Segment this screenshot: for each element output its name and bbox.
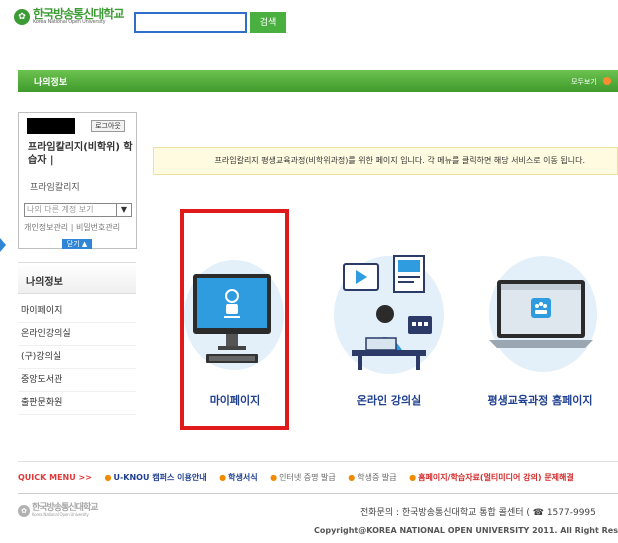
sidebar-item-publishing[interactable]: 출판문화원 (18, 392, 136, 415)
footer-logo-english: Korea National Open University (32, 512, 89, 517)
bullet-icon: ● (409, 473, 417, 482)
user-program-label: 프라임칼리지(비학위) 학습자 | (28, 142, 133, 166)
quick-menu: QUICK MENU >> ● U-KNOU 캠퍼스 이용안내 ● 학생서식 ● 인터… (18, 472, 618, 483)
view-all-dot-icon[interactable] (603, 77, 611, 85)
footer-emblem-icon: ✿ (18, 504, 30, 517)
bullet-icon: ● (104, 473, 112, 482)
view-all-link[interactable]: 모두보기 (571, 77, 597, 87)
footer-divider (18, 493, 618, 494)
university-logo[interactable]: ✿ 한국방송통신대학교 Korea National Open Universi… (14, 8, 124, 25)
bullet-icon: ● (219, 473, 227, 482)
quick-menu-divider (18, 461, 618, 462)
lifelong-education-card[interactable] (481, 250, 599, 380)
quick-item-campus-guide: U-KNOU 캠퍼스 이용안내 (113, 473, 207, 482)
search-input[interactable] (134, 12, 247, 33)
online-classroom-card[interactable] (330, 250, 448, 380)
logo-english-text: Korea National Open University (33, 19, 106, 25)
sidebar-item-mypage[interactable]: 마이페이지 (18, 300, 136, 323)
redacted-username (27, 118, 75, 134)
lifelong-education-label[interactable]: 평생교육과정 홈페이지 (474, 392, 606, 408)
close-button[interactable]: 닫기 ▲ (62, 239, 92, 249)
bullet-icon: ● (348, 473, 356, 482)
page-title: 나의정보 (34, 78, 68, 88)
quick-item-student-forms: 학생서식 (228, 473, 258, 482)
expand-arrow-icon[interactable] (0, 238, 6, 252)
laptop-icon (489, 280, 593, 348)
quick-menu-item[interactable]: ● 학생증 발급 (348, 473, 396, 482)
account-select[interactable]: 나의 다른 계정 보기 ▼ (24, 203, 132, 217)
chevron-down-icon[interactable]: ▼ (116, 204, 131, 216)
sidebar-item-old-classroom[interactable]: (구)강의실 (18, 346, 136, 369)
search-button[interactable]: 검색 (250, 12, 286, 33)
sidebar-item-online-classroom[interactable]: 온라인강의실 (18, 323, 136, 346)
quick-item-certificate: 인터넷 증명 발급 (279, 473, 336, 482)
quick-menu-item[interactable]: ● U-KNOU 캠퍼스 이용안내 (104, 473, 206, 482)
password-link[interactable]: 비밀번호관리 (76, 223, 120, 232)
sidebar-menu: 마이페이지 온라인강의실 (구)강의실 중앙도서관 출판문화원 (18, 300, 136, 415)
quick-item-troubleshoot: 홈페이지/학습자료(멀티미디어 강의) 문제해결 (418, 473, 574, 482)
footer-logo: ✿ 한국방송통신대학교 Korea National Open Universi… (18, 504, 99, 517)
chevron-up-icon: ▲ (81, 240, 88, 248)
notice-banner: 프라임칼리지 평생교육과정(비학위과정)를 위한 페이지 입니다. 각 메뉴를 … (153, 147, 618, 175)
section-title-bar (18, 70, 618, 92)
close-label: 닫기 (66, 240, 80, 248)
user-program-sub: 프라임칼리지 (30, 183, 80, 193)
online-lecture-icon (343, 255, 432, 370)
personal-info-link[interactable]: 개인정보관리 (24, 223, 68, 232)
account-select-value: 나의 다른 계정 보기 (27, 205, 94, 214)
online-classroom-label[interactable]: 온라인 강의실 (330, 392, 448, 408)
contact-info: 전화문의 : 한국방송통신대학교 통합 콜센터 ( ☎ 1577-9995 (360, 508, 596, 518)
logout-button[interactable]: 로그아웃 (91, 120, 125, 132)
quick-item-student-id: 학생증 발급 (357, 473, 397, 482)
quick-menu-title: QUICK MENU >> (18, 473, 92, 482)
account-links: 개인정보관리 | 비밀번호관리 (24, 223, 121, 232)
logo-emblem-icon: ✿ (14, 8, 30, 25)
quick-menu-item[interactable]: ● 홈페이지/학습자료(멀티미디어 강의) 문제해결 (409, 473, 574, 482)
quick-menu-item[interactable]: ● 학생서식 (219, 473, 257, 482)
bullet-icon: ● (270, 473, 278, 482)
quick-menu-item[interactable]: ● 인터넷 증명 발급 (270, 473, 336, 482)
sidebar-title: 나의정보 (26, 277, 63, 288)
copyright: Copyright@KOREA NATIONAL OPEN UNIVERSITY… (314, 526, 618, 535)
selection-highlight (180, 209, 289, 430)
sidebar-item-library[interactable]: 중앙도서관 (18, 369, 136, 392)
